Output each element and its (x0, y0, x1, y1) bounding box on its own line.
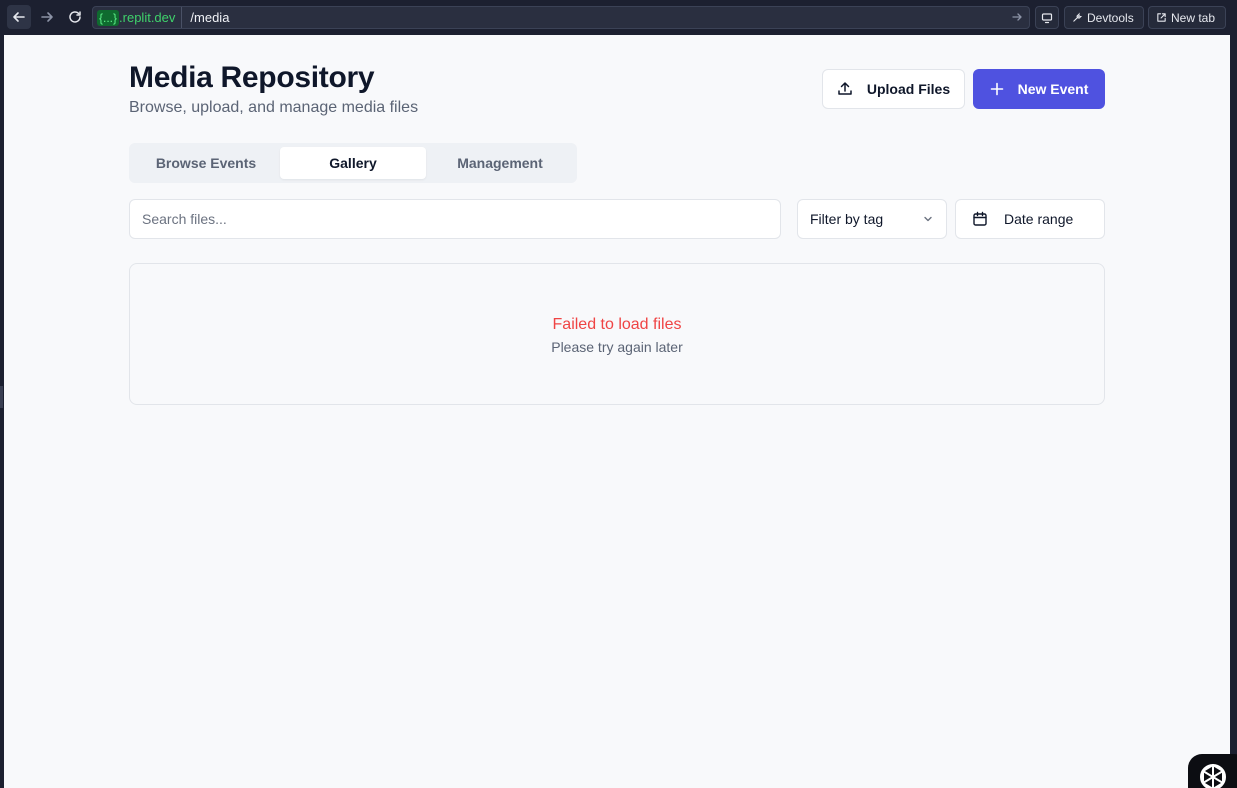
external-link-icon (1157, 13, 1166, 22)
arrow-right-icon (41, 12, 53, 22)
reload-icon (69, 11, 81, 23)
tag-filter-label: Filter by tag (810, 211, 884, 227)
go-arrow-icon[interactable] (1011, 11, 1023, 23)
app-viewport: Media Repository Browse, upload, and man… (4, 35, 1230, 788)
chevron-down-icon (924, 216, 932, 222)
new-tab-button[interactable]: New tab (1148, 6, 1226, 29)
tab-browse-events[interactable]: Browse Events (133, 147, 279, 179)
date-range-button[interactable]: Date range (955, 199, 1105, 239)
reload-button[interactable] (63, 5, 87, 29)
new-tab-label: New tab (1171, 10, 1216, 25)
back-button[interactable] (7, 5, 31, 29)
upload-icon (838, 82, 852, 95)
upload-files-button[interactable]: Upload Files (822, 69, 965, 109)
arrow-left-icon (13, 12, 25, 22)
address-bar[interactable]: {...} .replit.dev /media (92, 6, 1030, 29)
new-event-label: New Event (1017, 81, 1089, 97)
wrench-icon (1073, 12, 1083, 22)
page-title: Media Repository (129, 61, 375, 94)
assistant-logo-icon (1200, 763, 1226, 788)
new-event-button[interactable]: New Event (973, 69, 1105, 109)
url-domain-badge: {...} (97, 9, 120, 26)
page-subtitle: Browse, upload, and manage media files (129, 99, 419, 116)
devtools-label: Devtools (1087, 10, 1134, 25)
search-input[interactable] (129, 199, 781, 239)
forward-button[interactable] (35, 5, 59, 29)
resize-handle[interactable] (0, 386, 3, 408)
calendar-icon (973, 211, 987, 226)
plus-icon (990, 82, 1003, 96)
assistant-launcher-button[interactable] (1188, 754, 1237, 788)
devtools-button[interactable]: Devtools (1064, 6, 1144, 29)
upload-files-label: Upload Files (866, 81, 951, 97)
error-title: Failed to load files (552, 316, 682, 333)
url-domain: {...} .replit.dev (93, 7, 183, 28)
tab-management[interactable]: Management (427, 147, 573, 179)
tab-gallery[interactable]: Gallery (280, 147, 426, 179)
error-message: Please try again later (551, 339, 683, 355)
browser-toolbar: {...} .replit.dev /media Devtools New ta… (0, 0, 1237, 35)
tag-filter-select[interactable]: Filter by tag (797, 199, 947, 239)
url-domain-text: .replit.dev (119, 10, 176, 25)
date-range-label: Date range (1004, 211, 1074, 227)
view-tabs: Browse Events Gallery Management (129, 143, 577, 183)
files-results-panel: Failed to load files Please try again la… (129, 263, 1105, 405)
monitor-icon (1041, 12, 1053, 23)
screen-toggle-button[interactable] (1035, 6, 1059, 29)
url-path: /media (190, 10, 230, 25)
